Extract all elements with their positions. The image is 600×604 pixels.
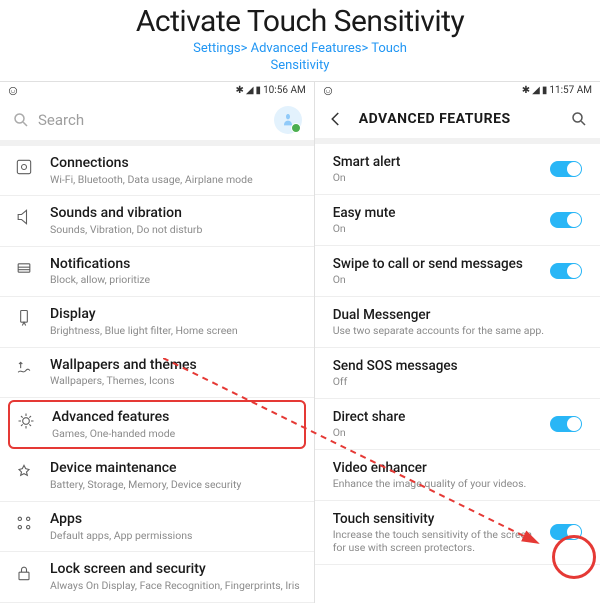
- item-label: Advanced features: [52, 409, 298, 426]
- settings-item-notifications[interactable]: Notifications Block, allow, prioritize: [0, 247, 314, 297]
- advanced-features-screen: ✱ ◢ ▮ 11:57 AM ADVANCED FEATURES Smart a…: [315, 81, 600, 603]
- feature-item[interactable]: Easy mute On: [315, 195, 600, 246]
- settings-item-sounds[interactable]: Sounds and vibration Sounds, Vibration, …: [0, 196, 314, 246]
- item-label: Apps: [50, 511, 300, 528]
- maintenance-icon: [14, 462, 34, 482]
- settings-item-maintenance[interactable]: Device maintenance Battery, Storage, Mem…: [0, 451, 314, 501]
- toggle[interactable]: [550, 263, 582, 279]
- feature-item[interactable]: Touch sensitivity Increase the touch sen…: [315, 501, 600, 565]
- feature-item[interactable]: Swipe to call or send messages On: [315, 246, 600, 297]
- reddit-icon: [8, 86, 18, 96]
- item-label: Wallpapers and themes: [50, 357, 300, 374]
- item-desc: Enhance the image quality of your videos…: [333, 477, 582, 490]
- item-label: Smart alert: [333, 154, 542, 170]
- display-icon: [14, 308, 34, 328]
- breadcrumb-line1: Settings> Advanced Features> Touch: [193, 41, 407, 56]
- item-label: Display: [50, 306, 300, 323]
- status-bar: ✱ ◢ ▮ 11:57 AM: [315, 82, 600, 100]
- item-desc: On: [333, 273, 542, 286]
- item-desc: Increase the touch sensitivity of the sc…: [333, 528, 542, 554]
- reddit-icon: [323, 86, 333, 96]
- sounds-icon: [14, 207, 34, 227]
- item-desc: Games, One-handed mode: [52, 427, 298, 441]
- search-row[interactable]: Search: [0, 100, 314, 140]
- item-label: Direct share: [333, 409, 542, 425]
- lock-icon: [14, 563, 34, 583]
- feature-item[interactable]: Smart alert On: [315, 144, 600, 195]
- settings-item-wallpapers[interactable]: Wallpapers and themes Wallpapers, Themes…: [0, 348, 314, 398]
- item-desc: Default apps, App permissions: [50, 529, 300, 543]
- settings-screen: ✱ ◢ ▮ 10:56 AM Search Connections Wi-Fi,…: [0, 81, 315, 603]
- toggle[interactable]: [550, 524, 582, 540]
- item-desc: Brightness, Blue light filter, Home scre…: [50, 324, 300, 338]
- avatar[interactable]: [274, 106, 302, 134]
- item-label: Device maintenance: [50, 460, 300, 477]
- item-desc: On: [333, 222, 542, 235]
- search-icon: [12, 111, 30, 129]
- status-bar: ✱ ◢ ▮ 10:56 AM: [0, 82, 314, 100]
- feature-item[interactable]: Video enhancer Enhance the image quality…: [315, 450, 600, 501]
- item-label: Connections: [50, 155, 300, 172]
- toggle[interactable]: [550, 416, 582, 432]
- item-desc: Wallpapers, Themes, Icons: [50, 374, 300, 388]
- status-time: 10:56 AM: [263, 85, 306, 96]
- breadcrumb-line2: Sensitivity: [271, 58, 330, 73]
- settings-item-lock[interactable]: Lock screen and security Always On Displ…: [0, 552, 314, 602]
- settings-item-display[interactable]: Display Brightness, Blue light filter, H…: [0, 297, 314, 347]
- bluetooth-icon: ✱: [235, 85, 243, 96]
- item-desc: Use two separate accounts for the same a…: [333, 324, 582, 337]
- search-icon[interactable]: [570, 110, 588, 128]
- settings-item-connections[interactable]: Connections Wi-Fi, Bluetooth, Data usage…: [0, 146, 314, 196]
- search-input[interactable]: Search: [38, 111, 266, 129]
- item-desc: Battery, Storage, Memory, Device securit…: [50, 478, 300, 492]
- advanced-icon: [16, 411, 36, 431]
- apps-icon: [14, 513, 34, 533]
- wallpapers-icon: [14, 359, 34, 379]
- connections-icon: [14, 157, 34, 177]
- signal-icon: ▮: [542, 85, 548, 96]
- feature-item[interactable]: Send SOS messages Off: [315, 348, 600, 399]
- toggle[interactable]: [550, 161, 582, 177]
- signal-icon: ▮: [256, 85, 262, 96]
- wifi-icon: ◢: [532, 85, 540, 96]
- item-desc: On: [333, 171, 542, 184]
- item-label: Dual Messenger: [333, 307, 582, 323]
- item-label: Notifications: [50, 256, 300, 273]
- settings-item-apps[interactable]: Apps Default apps, App permissions: [0, 502, 314, 552]
- feature-item[interactable]: Direct share On: [315, 399, 600, 450]
- item-label: Sounds and vibration: [50, 205, 300, 222]
- item-desc: Always On Display, Face Recognition, Fin…: [50, 579, 300, 593]
- page-title: Activate Touch Sensitivity: [0, 4, 600, 39]
- item-label: Video enhancer: [333, 460, 582, 476]
- settings-item-advanced[interactable]: Advanced features Games, One-handed mode: [8, 400, 306, 449]
- status-time: 11:57 AM: [549, 85, 592, 96]
- item-label: Swipe to call or send messages: [333, 256, 542, 272]
- item-desc: On: [333, 426, 542, 439]
- item-desc: Off: [333, 375, 582, 388]
- item-label: Touch sensitivity: [333, 511, 542, 527]
- screen-title: ADVANCED FEATURES: [359, 111, 556, 127]
- notifications-icon: [14, 258, 34, 278]
- item-label: Send SOS messages: [333, 358, 582, 374]
- item-desc: Wi-Fi, Bluetooth, Data usage, Airplane m…: [50, 173, 300, 187]
- breadcrumb: Settings> Advanced Features> Touch Sensi…: [0, 41, 600, 75]
- item-desc: Sounds, Vibration, Do not disturb: [50, 223, 300, 237]
- feature-item[interactable]: Dual Messenger Use two separate accounts…: [315, 297, 600, 348]
- item-label: Lock screen and security: [50, 561, 300, 578]
- toggle[interactable]: [550, 212, 582, 228]
- item-label: Easy mute: [333, 205, 542, 221]
- back-icon[interactable]: [327, 110, 345, 128]
- bluetooth-icon: ✱: [522, 85, 530, 96]
- wifi-icon: ◢: [246, 85, 254, 96]
- screen-header: ADVANCED FEATURES: [315, 100, 600, 138]
- item-desc: Block, allow, prioritize: [50, 273, 300, 287]
